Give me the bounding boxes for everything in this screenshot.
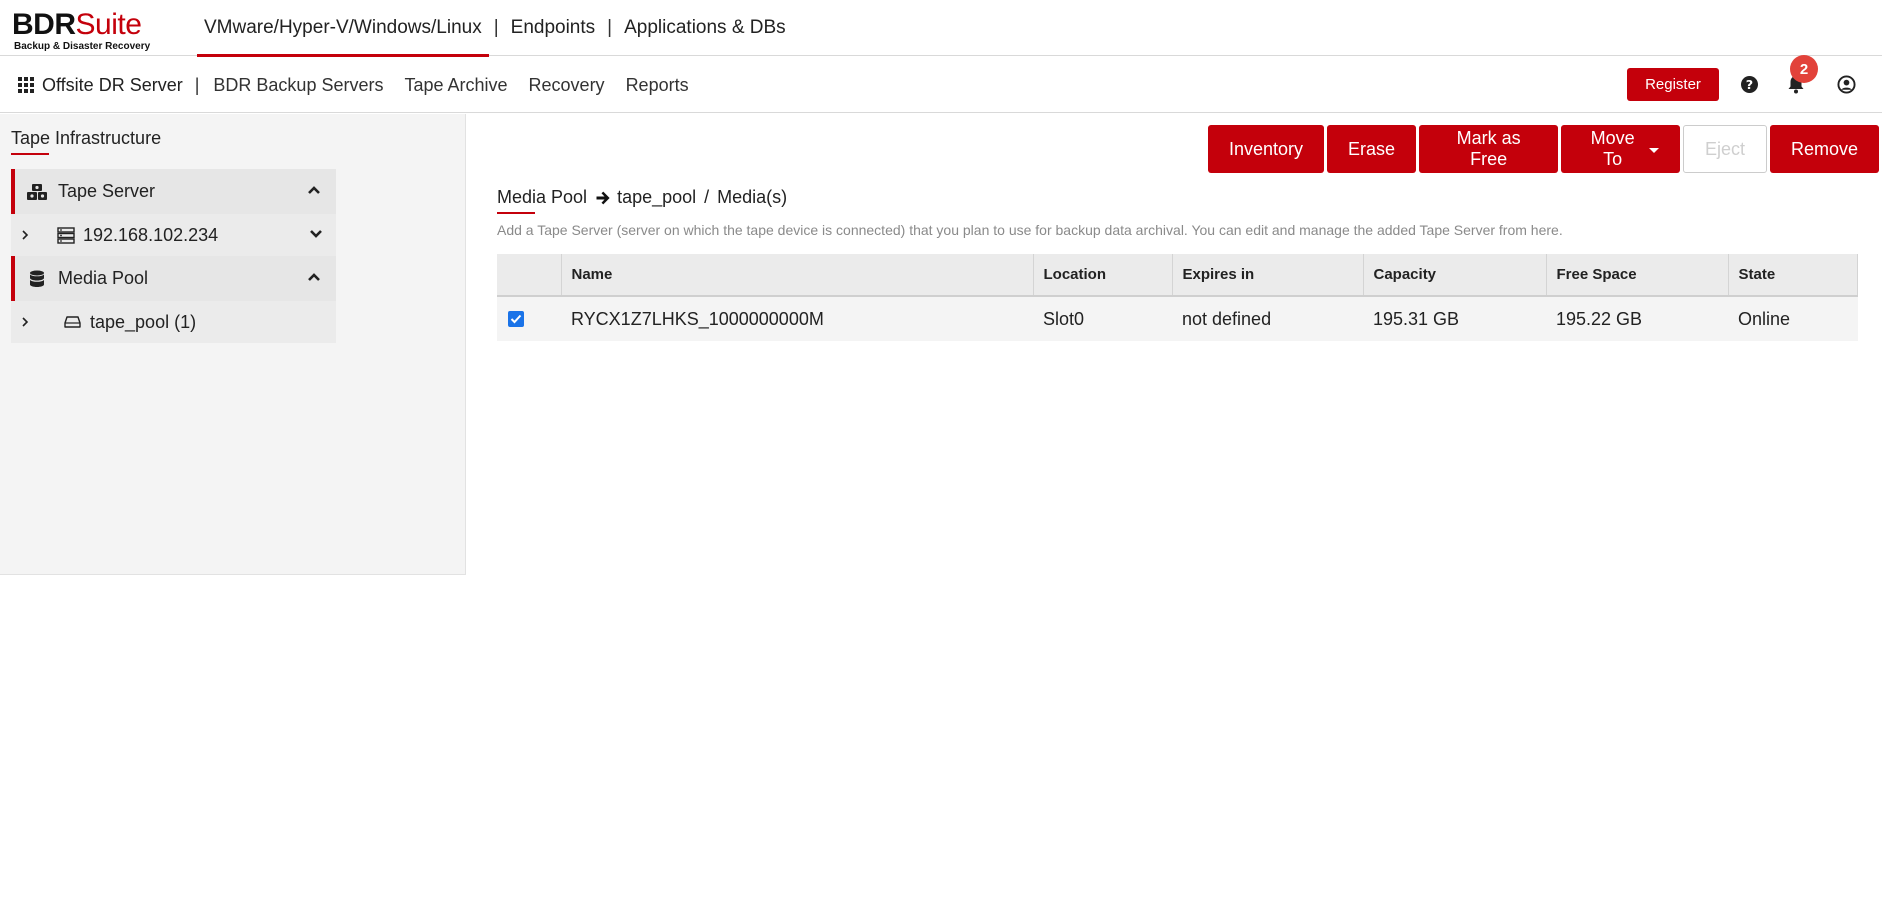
sidebar-section-tape-server[interactable]: Tape Server (11, 169, 336, 214)
breadcrumb-tape-pool[interactable]: tape_pool (617, 187, 696, 208)
chevron-down-icon[interactable] (308, 226, 324, 247)
logo-text-dark: BDR (12, 8, 76, 41)
arrow-right-icon (595, 190, 611, 206)
chevron-up-icon[interactable] (306, 182, 322, 203)
column-header-state[interactable]: State (1727, 254, 1858, 297)
help-icon[interactable]: ? (1738, 73, 1760, 95)
user-icon[interactable] (1835, 73, 1857, 95)
inventory-button[interactable]: Inventory (1208, 125, 1325, 173)
move-to-label: Move To (1590, 128, 1635, 169)
cell-free-space: 195.22 GB (1546, 296, 1728, 341)
row-checkbox[interactable] (508, 311, 524, 327)
media-table: Name Location Expires in Capacity Free S… (497, 254, 1858, 341)
svg-text:?: ? (1745, 78, 1752, 93)
nav-separator: | (493, 17, 499, 38)
cell-capacity: 195.31 GB (1363, 296, 1546, 341)
server-icon (57, 226, 79, 244)
column-header-location[interactable]: Location (1032, 254, 1172, 297)
erase-button[interactable]: Erase (1327, 125, 1417, 173)
section-bar: Offsite DR Server | BDR Backup Servers T… (0, 57, 1882, 113)
table-row[interactable]: RYCX1Z7LHKS_1000000000M Slot0 not define… (497, 296, 1858, 341)
table-header-row: Name Location Expires in Capacity Free S… (497, 254, 1858, 297)
column-header-free-space[interactable]: Free Space (1545, 254, 1728, 297)
cell-expires: not defined (1172, 296, 1363, 341)
eject-button[interactable]: Eject (1682, 125, 1767, 173)
nav-vmware[interactable]: VMware/Hyper-V/Windows/Linux (197, 0, 489, 57)
nav-bdr-backup-servers[interactable]: BDR Backup Servers (213, 75, 383, 96)
nav-recovery[interactable]: Recovery (529, 75, 605, 96)
sidebar: Tape Infrastructure Tape Server 192.168.… (0, 114, 466, 575)
breadcrumb-separator: / (704, 187, 710, 207)
row-select-cell (497, 296, 561, 341)
breadcrumb-media-pool[interactable]: Media Pool (497, 187, 587, 208)
column-header-expires[interactable]: Expires in (1171, 254, 1363, 297)
media-action-toolbar: Inventory Erase Mark as Free Move To Eje… (1208, 125, 1882, 173)
cell-state: Online (1728, 296, 1858, 341)
select-column-header (497, 254, 561, 297)
column-header-name[interactable]: Name (560, 254, 1033, 297)
sidebar-title-underline (11, 153, 49, 155)
nav-tape-archive[interactable]: Tape Archive (404, 75, 507, 96)
breadcrumb: Media Pool tape_pool / Media(s) (497, 187, 787, 208)
nav-endpoints[interactable]: Endpoints (504, 0, 603, 56)
nav-separator: | (194, 74, 200, 95)
notification-badge: 2 (1790, 55, 1818, 83)
sidebar-section-label: Tape Server (58, 181, 156, 201)
bdrsuite-logo[interactable]: BDRSuite Backup & Disaster Recovery (12, 8, 151, 53)
cell-location: Slot0 (1033, 296, 1172, 341)
apps-grid-icon[interactable] (18, 76, 35, 94)
nav-applications[interactable]: Applications & DBs (617, 0, 793, 56)
register-button[interactable]: Register (1627, 68, 1719, 101)
sidebar-item-label: 192.168.102.234 (83, 224, 219, 245)
sidebar-item-tape-pool[interactable]: tape_pool (1) (11, 301, 336, 343)
sidebar-section-label: Media Pool (58, 268, 149, 288)
tape-server-icon (26, 181, 48, 203)
remove-button[interactable]: Remove (1769, 125, 1879, 173)
sidebar-item-tape-server-host[interactable]: 192.168.102.234 (11, 214, 336, 256)
chevron-right-icon[interactable] (20, 229, 36, 241)
logo-tagline: Backup & Disaster Recovery (14, 41, 151, 52)
chevron-up-icon[interactable] (306, 269, 322, 290)
nav-reports[interactable]: Reports (626, 75, 689, 96)
breadcrumb-underline (497, 212, 535, 214)
breadcrumb-medias: Media(s) (717, 187, 788, 207)
caret-down-icon (1648, 147, 1659, 153)
mark-as-free-button[interactable]: Mark as Free (1419, 125, 1559, 173)
header-tools: Register ? (1582, 57, 1882, 113)
column-header-capacity[interactable]: Capacity (1362, 254, 1546, 297)
move-to-button[interactable]: Move To (1561, 125, 1680, 173)
nav-separator: | (607, 17, 613, 38)
sidebar-title: Tape Infrastructure (11, 128, 162, 148)
section-nav: Offsite DR Server | BDR Backup Servers T… (18, 57, 710, 113)
product-nav: VMware/Hyper-V/Windows/Linux | Endpoints… (197, 0, 793, 57)
cell-name: RYCX1Z7LHKS_1000000000M (561, 296, 1033, 341)
top-bar: BDRSuite Backup & Disaster Recovery VMwa… (0, 0, 1882, 57)
drive-icon (64, 315, 86, 329)
database-icon (26, 268, 48, 290)
chevron-right-icon[interactable] (20, 316, 36, 328)
page-description: Add a Tape Server (server on which the t… (497, 222, 1563, 238)
logo-text-red: Suite (75, 8, 142, 41)
sidebar-section-media-pool[interactable]: Media Pool (11, 256, 336, 301)
sidebar-item-label: tape_pool (1) (90, 311, 197, 332)
nav-offsite-dr-server[interactable]: Offsite DR Server (42, 75, 183, 96)
